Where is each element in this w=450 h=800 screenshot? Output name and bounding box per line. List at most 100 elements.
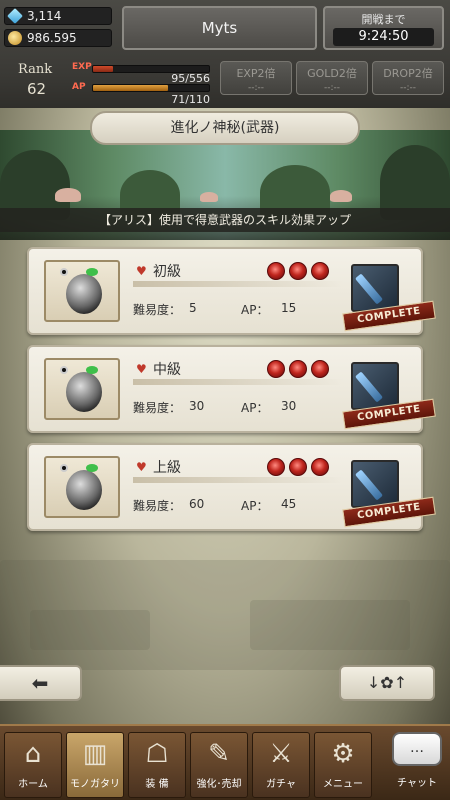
heart-icon: ♥ [136,264,147,278]
bottom-nav: ⌂ ホーム ▥ モノガタリ ☖ 装 備 ✎ 強化･売却 ⚔ ガチャ ⚙ メニュー… [0,724,450,800]
quest-card-intermediate[interactable]: ♥ 中級 難易度： 30 AP： 30 COMPLETE [27,345,436,433]
difficulty-label: 難易度： [133,401,182,415]
sort-rose-icon: ↓✿↑ [366,673,408,692]
page-title: 進化ノ神秘(武器) [90,111,360,145]
castle-icon: ⌂ [24,739,42,769]
player-name-plate[interactable]: Myts [122,6,317,50]
drop-boost-button[interactable]: DROP2倍 --:-- [372,61,444,95]
boost-timer: --:-- [247,83,265,93]
nav-label: ガチャ [266,779,296,790]
ap-label: AP [72,82,86,92]
ap-cost-value: 15 [281,301,297,315]
gold-amount: 986.595 [27,31,77,45]
nav-home[interactable]: ⌂ ホーム [4,732,62,798]
exp-boost-button[interactable]: EXP2倍 --:-- [220,61,292,95]
chat-bubble-icon: … [392,732,442,766]
back-button[interactable]: ⬅ [0,665,82,701]
battle-label: 開戦まで [361,13,406,26]
nav-enhance-sell[interactable]: ✎ 強化･売却 [190,732,248,798]
gold-boost-button[interactable]: GOLD2倍 --:-- [296,61,368,95]
reward-weapon-icon [351,460,399,508]
book-icon: ▥ [82,739,108,769]
quest-thumbnail [44,260,120,322]
boost-title: EXP2倍 [236,67,276,80]
quest-screen: 3,114 986.595 Myts 開戦まで 9:24:50 Rank 62 … [0,0,450,800]
eye-decoration [60,366,68,374]
enhance-icon: ✎ [208,739,230,769]
rose-icon [289,262,307,280]
rank-value: 62 [27,80,47,98]
ap-cost-label: AP： [241,499,269,513]
equipment-icon: ☖ [145,739,169,769]
battle-countdown[interactable]: 開戦まで 9:24:50 [323,6,444,50]
ap-cost-value: 45 [281,497,297,511]
rose-rating [267,262,333,284]
leaf-decoration [86,366,98,374]
background-books [250,600,410,650]
quest-name: 上級 [153,460,181,476]
heart-icon: ♥ [136,460,147,474]
difficulty-label: 難易度： [133,303,182,317]
quest-thumbnail [44,456,120,518]
back-arrow-icon: ⬅ [31,671,49,695]
banner-caption: 【アリス】使用で得意武器のスキル効果アップ [0,208,450,232]
rose-icon [289,360,307,378]
reward-weapon-icon [351,264,399,312]
gears-icon: ⚙ [331,739,355,769]
blade-shape [355,371,383,403]
eye-decoration [60,464,68,472]
quest-name: 初級 [153,264,181,280]
difficulty-value: 60 [189,497,205,511]
heart-icon: ♥ [136,362,147,376]
boost-title: GOLD2倍 [307,67,357,80]
nav-label: モノガタリ [70,779,120,790]
gold-coin-icon [8,31,22,45]
mushroom-decoration [200,192,218,202]
leaf-decoration [86,268,98,276]
quest-card-advanced[interactable]: ♥ 上級 難易度： 60 AP： 45 COMPLETE [27,443,436,531]
chat-label: チャット [397,778,437,789]
mushroom-decoration [55,188,81,202]
quest-thumbnail [44,358,120,420]
exp-label: EXP [72,62,92,72]
rank-label: Rank [18,62,53,77]
difficulty-value: 5 [189,301,197,315]
ap-bar-fill [93,85,168,91]
nav-label: メニュー [323,779,363,790]
nav-label: ホーム [18,779,48,790]
ap-bar [92,84,210,92]
boost-title: DROP2倍 [383,67,433,80]
gold-counter: 986.595 [4,29,112,47]
sort-button[interactable]: ↓✿↑ [339,665,435,701]
creature-icon [66,470,102,510]
nav-equipment[interactable]: ☖ 装 備 [128,732,186,798]
rose-icon [267,458,285,476]
nav-label: 強化･売却 [196,779,242,790]
rose-icon [267,360,285,378]
nav-story[interactable]: ▥ モノガタリ [66,732,124,798]
exp-bar-fill [93,66,113,72]
leaf-decoration [86,464,98,472]
crystal-counter: 3,114 [4,7,112,25]
crystal-icon [7,8,23,24]
battle-timer: 9:24:50 [333,28,434,46]
quest-card-beginner[interactable]: ♥ 初級 難易度： 5 AP： 15 COMPLETE [27,247,436,335]
ap-text: 71/110 [171,93,210,106]
difficulty-label: 難易度： [133,499,182,513]
ap-cost-label: AP： [241,401,269,415]
chat-button[interactable]: … チャット [388,728,446,798]
crossed-swords-icon: ⚔ [269,739,293,769]
blade-shape [355,469,383,501]
creature-icon [66,274,102,314]
reward-weapon-icon [351,362,399,410]
rose-icon [311,262,329,280]
nav-label: 装 備 [145,779,169,790]
mushroom-decoration [330,190,352,202]
rose-icon [311,360,329,378]
difficulty-value: 30 [189,399,205,413]
rose-icon [289,458,307,476]
nav-menu[interactable]: ⚙ メニュー [314,732,372,798]
nav-gacha[interactable]: ⚔ ガチャ [252,732,310,798]
rose-icon [267,262,285,280]
background-books [30,610,150,650]
